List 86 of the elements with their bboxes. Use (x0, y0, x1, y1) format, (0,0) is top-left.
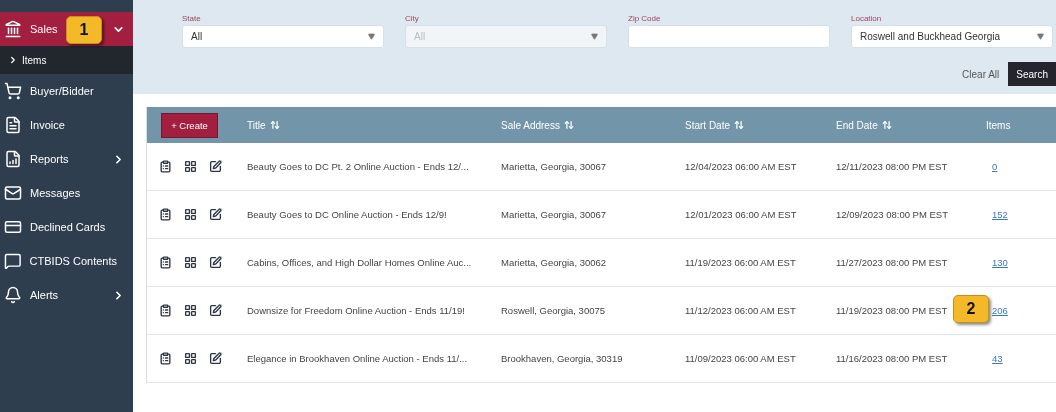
items-count-link[interactable]: 43 (992, 353, 1003, 364)
field-label: City (405, 14, 420, 23)
end-date-cell: 11/19/2023 08:00 PM EST (836, 305, 948, 316)
grid-icon[interactable] (184, 256, 197, 269)
clipboard-icon[interactable] (159, 304, 172, 317)
field-label: Location (851, 14, 883, 23)
callout-badge: 1 (66, 16, 102, 44)
title-cell: Beauty Goes to DC Online Auction - Ends 12/9! (247, 209, 447, 220)
clipboard-icon[interactable] (159, 160, 172, 173)
start-date-cell: 12/04/2023 06:00 AM EST (685, 161, 797, 172)
sidebar-label: Invoice (30, 119, 65, 131)
card-icon (4, 218, 22, 236)
title-cell: Elegance in Brookhaven Online Auction - Ends 11/... (247, 353, 468, 364)
sidebar-subitem[interactable]: Items (0, 46, 133, 74)
sidebar-label: Declined Cards (30, 221, 106, 233)
caret-icon (591, 33, 598, 40)
edit-icon[interactable] (209, 304, 222, 317)
sidebar-item[interactable]: Buyer/Bidder (0, 74, 133, 108)
sidebar-item[interactable]: Declined Cards (0, 210, 133, 244)
start-date-cell: 11/19/2023 06:00 AM EST (685, 257, 796, 268)
chart-document-icon (4, 150, 22, 168)
caret-icon (368, 33, 375, 40)
clipboard-icon[interactable] (159, 352, 172, 365)
sidebar-label: Buyer/Bidder (30, 85, 94, 97)
end-date-cell: 11/27/2023 08:00 PM EST (836, 257, 948, 268)
field-label: Zip Code (628, 14, 662, 23)
grid-icon[interactable] (184, 304, 197, 317)
sidebar-item[interactable]: CTBIDS Contents (0, 244, 133, 278)
sidebar-item[interactable]: Invoice (0, 108, 133, 142)
clipboard-icon[interactable] (159, 208, 172, 221)
address-cell: Marietta, Georgia, 30067 (501, 161, 607, 172)
items-count-link[interactable]: 0 (992, 161, 998, 172)
sort-icon[interactable] (734, 120, 745, 130)
search-button[interactable]: Search (1008, 62, 1056, 86)
cart-icon (4, 82, 22, 100)
title-cell: Beauty Goes to DC Pt. 2 Online Auction - Ends 12/... (247, 161, 469, 172)
sort-icon[interactable] (881, 120, 892, 130)
address-cell: Marietta, Georgia, 30062 (501, 257, 607, 268)
sidebar-item[interactable]: Messages (0, 176, 133, 210)
grid-icon[interactable] (184, 352, 197, 365)
title-cell: Cabins, Offices, and High Dollar Homes Online Auc... (247, 257, 472, 268)
input-field[interactable] (628, 25, 830, 48)
items-count-link[interactable]: 152 (992, 209, 1008, 220)
start-date-cell: 11/09/2023 06:00 AM EST (685, 353, 796, 364)
caret-icon (1037, 33, 1044, 40)
sidebar-label: CTBIDS Contents (29, 255, 117, 267)
bell-icon (4, 286, 22, 304)
document-icon (4, 116, 22, 134)
sort-icon[interactable] (269, 120, 280, 130)
create-button[interactable]: + Create (161, 112, 218, 138)
sidebar-item[interactable]: Alerts (0, 278, 133, 312)
sidebar-label: Sales (30, 23, 58, 35)
dropdown-field[interactable]: Roswell and Buckhead Georgia (851, 25, 1053, 48)
address-cell: Brookhaven, Georgia, 30319 (501, 353, 623, 364)
address-cell: Marietta, Georgia, 30067 (501, 209, 607, 220)
field-label: State (182, 14, 202, 23)
speech-bubble-icon (4, 252, 22, 270)
edit-icon[interactable] (209, 160, 222, 173)
sort-icon[interactable] (563, 120, 574, 130)
end-date-cell: 11/16/2023 08:00 PM EST (836, 353, 948, 364)
envelope-icon (4, 184, 22, 202)
sidebar-item[interactable]: Sales 1 (0, 12, 133, 46)
sidebar-label: Reports (30, 153, 69, 165)
items-count-link[interactable]: 206 (992, 305, 1008, 316)
subitem-label: Items (22, 54, 47, 66)
title-cell: Downsize for Freedom Online Auction - Ends 11/19! (247, 305, 465, 316)
bank-icon (4, 20, 22, 38)
grid-icon[interactable] (184, 160, 197, 173)
items-count-link[interactable]: 130 (992, 257, 1008, 268)
clear-all-link[interactable]: Clear All (962, 68, 1000, 80)
clipboard-icon[interactable] (159, 256, 172, 269)
end-date-cell: 12/11/2023 08:00 PM EST (836, 161, 948, 172)
edit-icon[interactable] (209, 352, 222, 365)
start-date-cell: 11/12/2023 06:00 AM EST (685, 305, 796, 316)
sidebar-item[interactable]: Reports (0, 142, 133, 176)
end-date-cell: 12/09/2023 08:00 PM EST (836, 209, 948, 220)
grid-icon[interactable] (184, 208, 197, 221)
edit-icon[interactable] (209, 256, 222, 269)
sidebar-label: Messages (30, 187, 81, 199)
sidebar-label: Alerts (30, 289, 59, 301)
dropdown-field[interactable]: All (182, 25, 384, 48)
callout-badge: 2 (953, 295, 989, 323)
start-date-cell: 12/01/2023 06:00 AM EST (685, 209, 797, 220)
edit-icon[interactable] (209, 208, 222, 221)
chevron-right-icon (8, 55, 18, 65)
address-cell: Roswell, Georgia, 30075 (501, 305, 606, 316)
